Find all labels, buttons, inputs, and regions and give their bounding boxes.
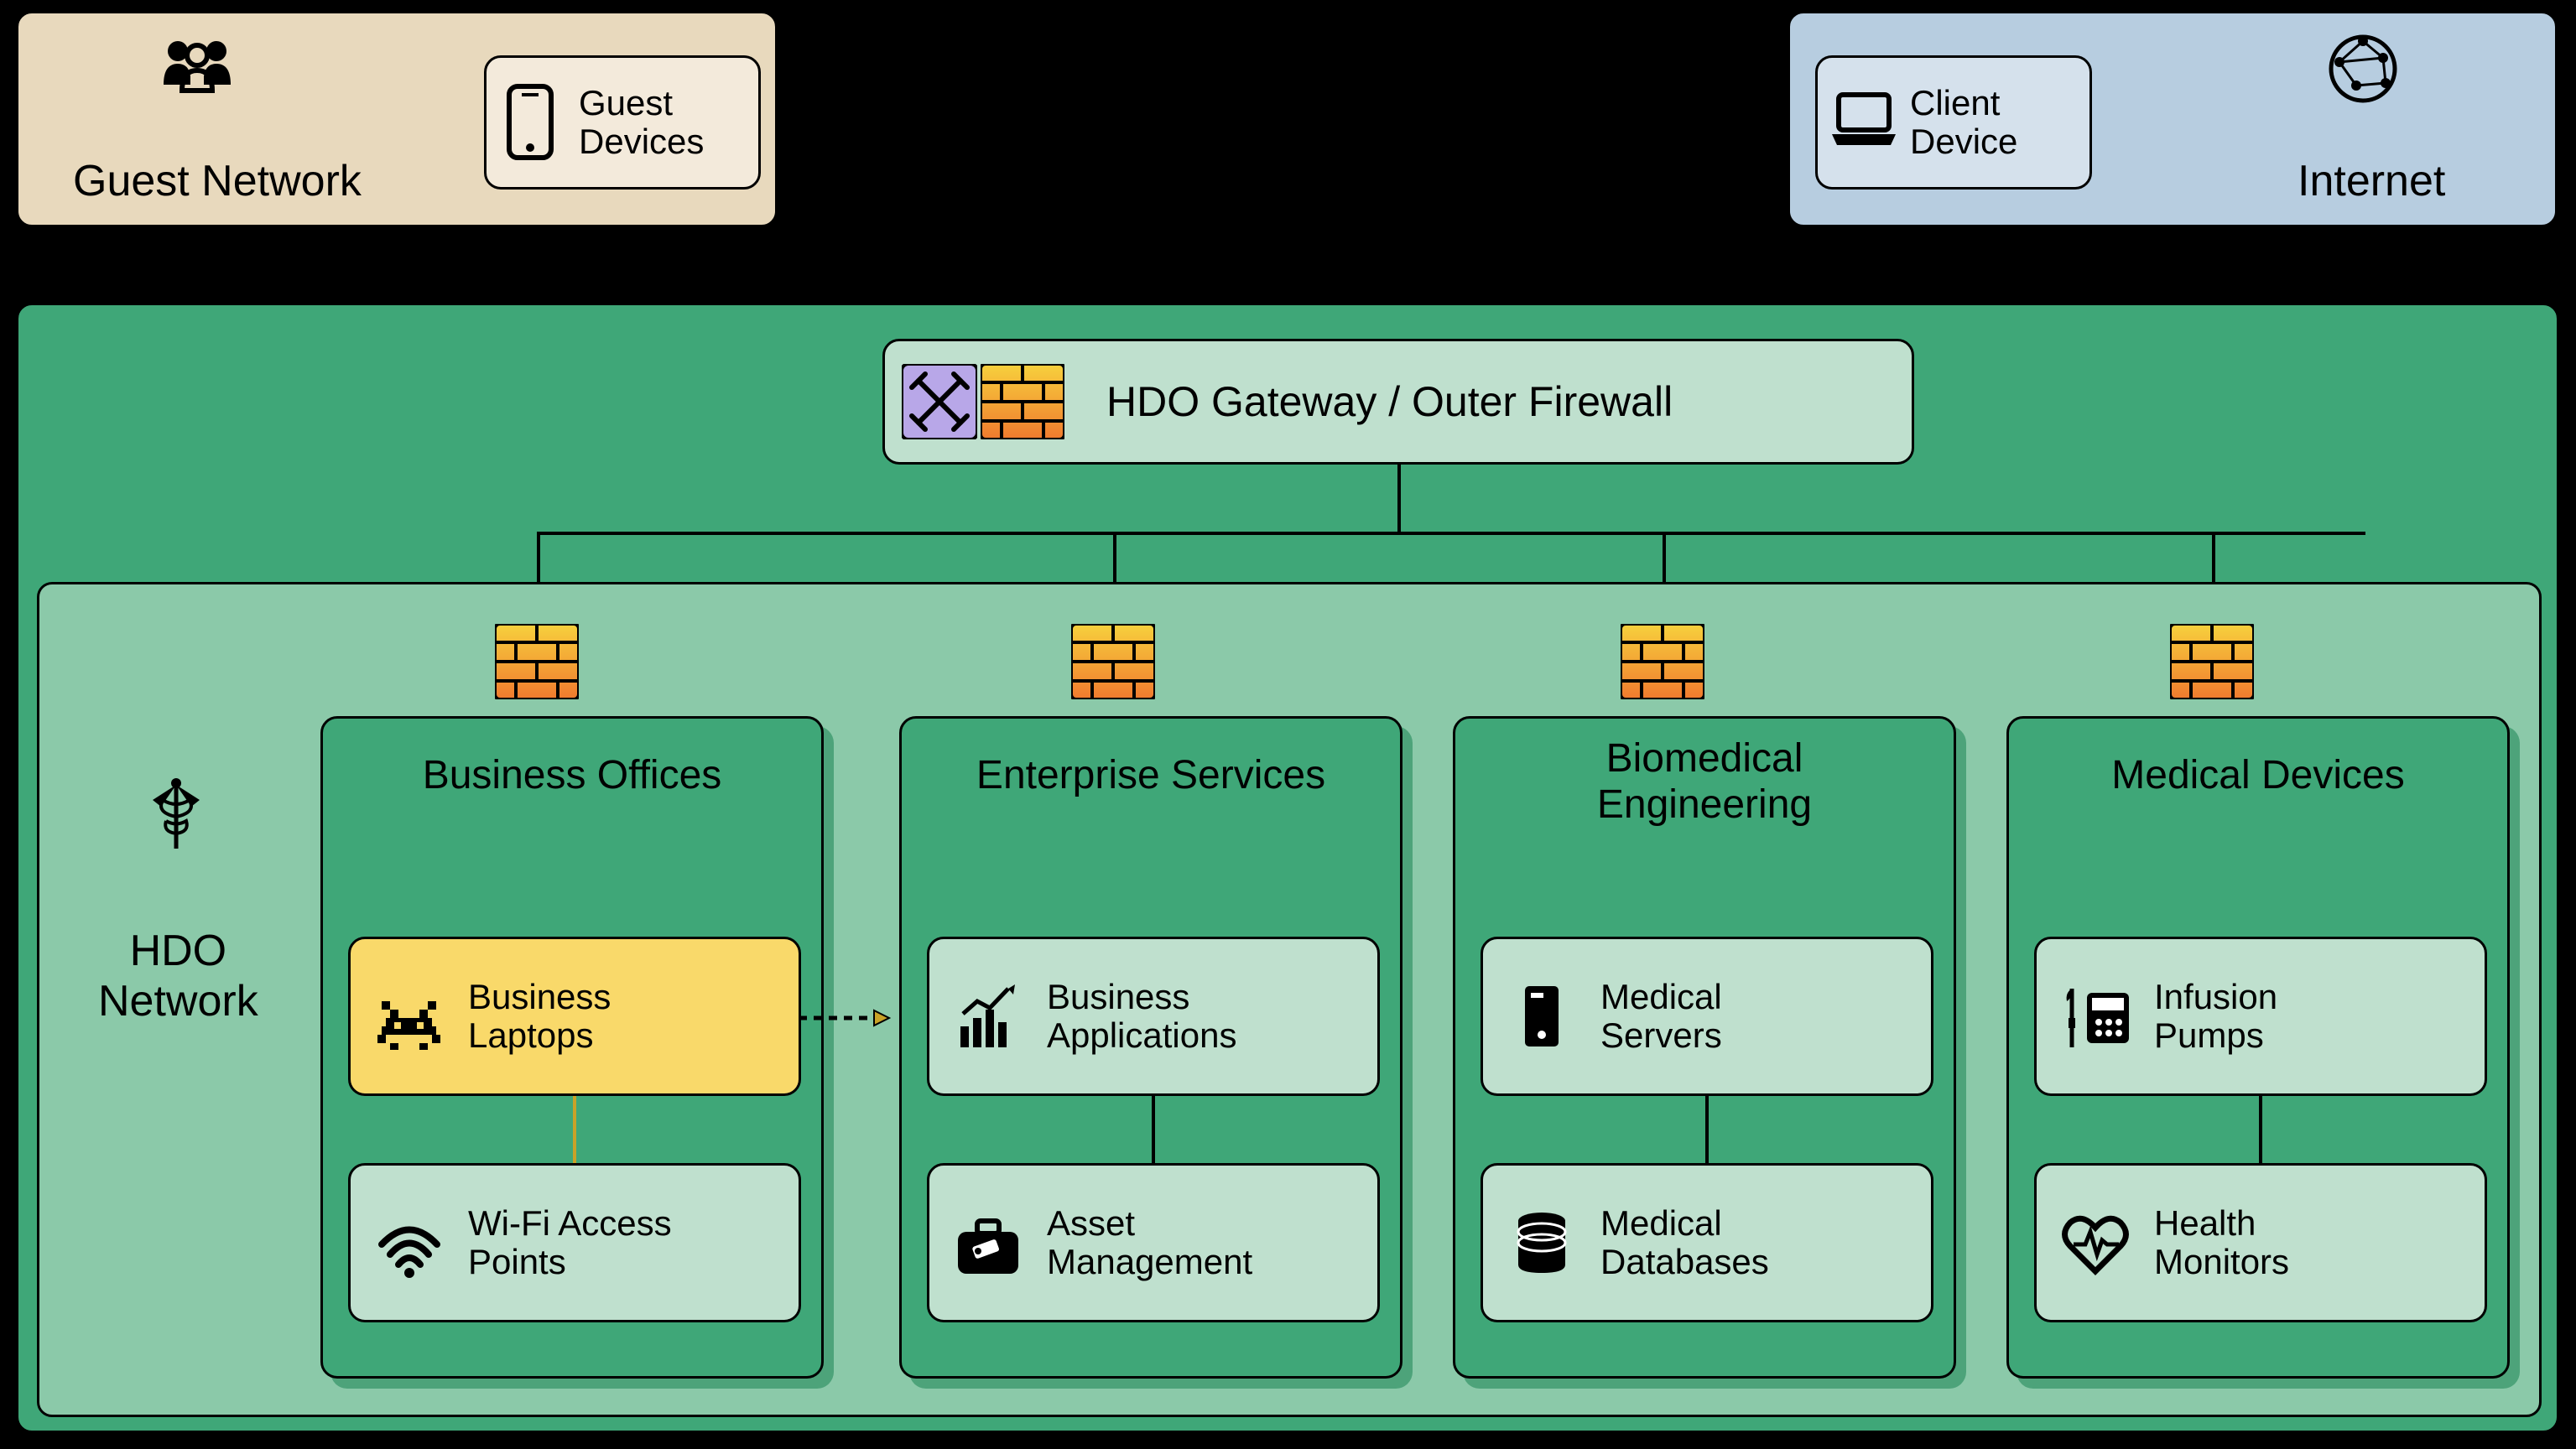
biomedical-zone: Biomedical Engineering Medical Servers M… xyxy=(1453,716,1956,1379)
guest-devices-label: Guest Devices xyxy=(579,84,704,161)
infusion-pumps-card: Infusion Pumps xyxy=(2034,937,2487,1096)
connector xyxy=(1397,465,1401,532)
guest-devices-card: Guest Devices xyxy=(484,55,761,190)
firewall-icon xyxy=(1071,624,1155,699)
medical-servers-card: Medical Servers xyxy=(1481,937,1933,1096)
connector xyxy=(778,107,1215,111)
firewall-icon xyxy=(1621,624,1704,699)
guest-network-zone: Guest Network Guest Devices xyxy=(15,10,778,228)
briefcase-icon xyxy=(948,1202,1028,1283)
connector xyxy=(573,1096,576,1163)
asset-mgmt-label: Asset Management xyxy=(1047,1204,1252,1281)
chart-icon xyxy=(948,976,1028,1057)
internet-zone: Client Device Internet xyxy=(1787,10,2558,228)
hdo-network-zone: HDO Gateway / Outer Firewall HDO Network… xyxy=(15,302,2560,1434)
biomedical-title: Biomedical Engineering xyxy=(1455,735,1954,828)
wifi-ap-card: Wi-Fi Access Points xyxy=(348,1163,801,1322)
server-icon xyxy=(1501,976,1582,1057)
laptop-icon xyxy=(1824,82,1904,163)
connector xyxy=(1152,1096,1155,1163)
wifi-ap-label: Wi-Fi Access Points xyxy=(468,1204,672,1281)
business-laptops-label: Business Laptops xyxy=(468,978,611,1055)
phone-icon xyxy=(492,82,573,163)
invader-icon xyxy=(369,976,450,1057)
connector xyxy=(1552,107,1787,111)
connector xyxy=(537,532,2365,535)
internet-title: Internet xyxy=(2298,156,2445,206)
heart-icon xyxy=(2055,1202,2136,1283)
business-laptops-card: Business Laptops xyxy=(348,937,801,1096)
enterprise-services-zone: Enterprise Services Business Application… xyxy=(899,716,1402,1379)
globe-icon xyxy=(2323,29,2415,121)
business-offices-title: Business Offices xyxy=(323,752,821,798)
connector xyxy=(1705,1096,1709,1163)
client-device-card: Client Device xyxy=(1815,55,2092,190)
enterprise-services-title: Enterprise Services xyxy=(902,752,1400,798)
business-offices-zone: Business Offices Business Laptops Wi-Fi … xyxy=(320,716,824,1379)
lateral-arrow xyxy=(799,1005,891,1031)
people-icon xyxy=(157,30,266,114)
switch-icon xyxy=(902,364,977,439)
medical-servers-label: Medical Servers xyxy=(1600,978,1722,1055)
health-monitors-card: Health Monitors xyxy=(2034,1163,2487,1322)
asset-mgmt-card: Asset Management xyxy=(927,1163,1380,1322)
hdo-title: HDO Network xyxy=(98,926,258,1026)
business-apps-label: Business Applications xyxy=(1047,978,1236,1055)
guest-network-title: Guest Network xyxy=(73,156,362,206)
wifi-icon xyxy=(369,1202,450,1283)
medical-devices-zone: Medical Devices Infusion Pumps Health Mo… xyxy=(2006,716,2510,1379)
connector xyxy=(2259,1096,2262,1163)
medical-db-card: Medical Databases xyxy=(1481,1163,1933,1322)
pump-icon xyxy=(2055,976,2136,1057)
business-apps-card: Business Applications xyxy=(927,937,1380,1096)
infusion-pumps-label: Infusion Pumps xyxy=(2154,978,2277,1055)
health-monitors-label: Health Monitors xyxy=(2154,1204,2289,1281)
gateway-label: HDO Gateway / Outer Firewall xyxy=(1106,379,1673,425)
client-device-label: Client Device xyxy=(1910,84,2017,161)
caduceus-icon xyxy=(136,775,237,875)
firewall-icon xyxy=(495,624,579,699)
firewall-icon xyxy=(2170,624,2254,699)
gateway-card: HDO Gateway / Outer Firewall xyxy=(882,339,1914,465)
medical-devices-title: Medical Devices xyxy=(2009,752,2507,798)
medical-db-label: Medical Databases xyxy=(1600,1204,1769,1281)
firewall-icon xyxy=(981,364,1064,439)
database-icon xyxy=(1501,1202,1582,1283)
